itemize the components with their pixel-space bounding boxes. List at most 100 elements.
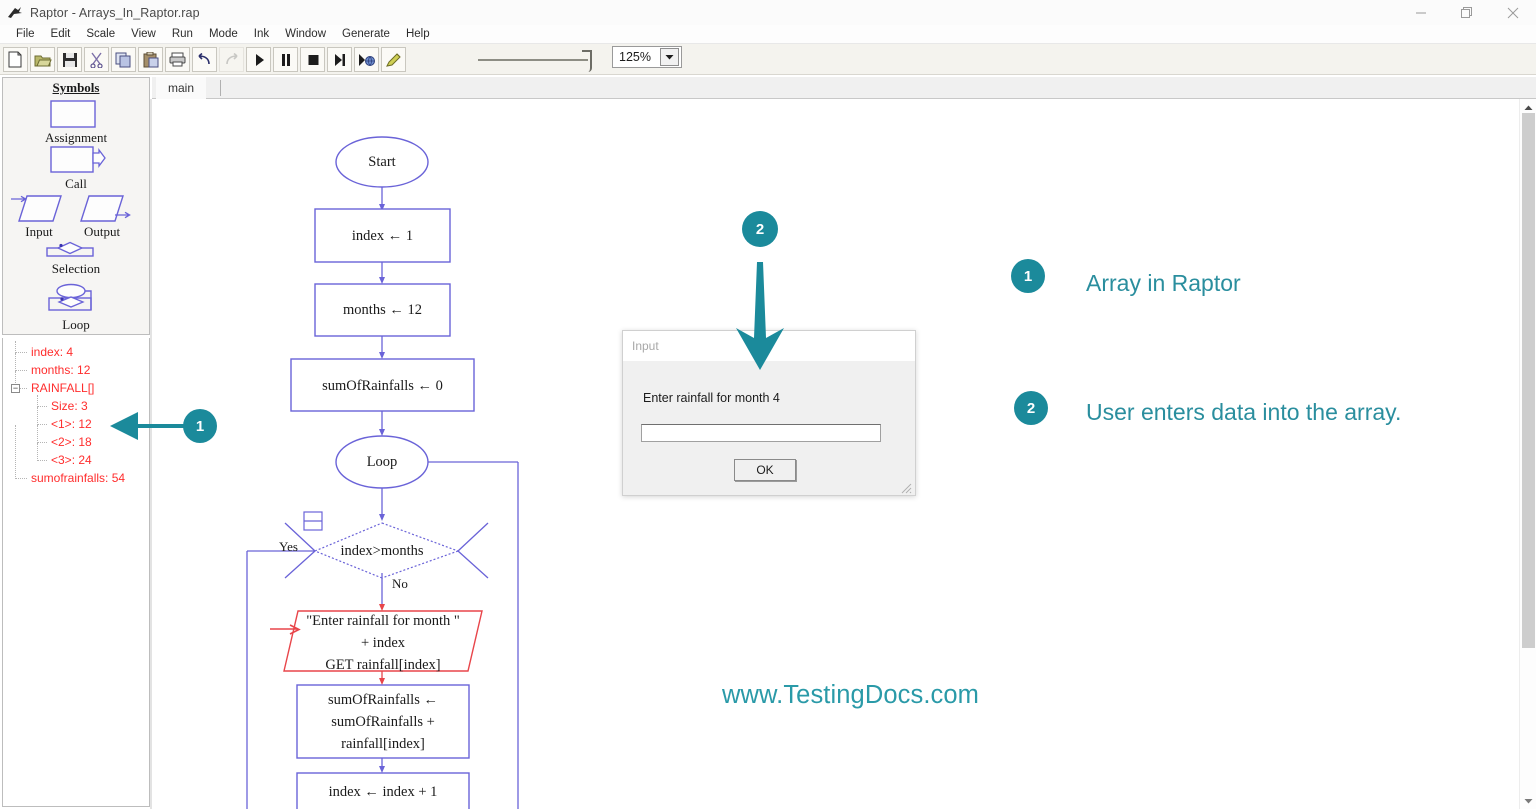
branch-label-yes: Yes (279, 539, 298, 554)
redo-arrow-icon (219, 47, 244, 72)
scroll-down-icon[interactable] (1520, 792, 1536, 809)
dialog-prompt-text: Enter rainfall for month 4 (643, 391, 780, 405)
variable-rainfall-text: RAINFALL[] (31, 381, 95, 395)
zoom-level-dropdown[interactable]: 125% (612, 46, 682, 68)
window-title: Raptor - Arrays_In_Raptor.rap (30, 5, 200, 20)
flowchart-months-label[interactable]: months ← 12 (315, 299, 450, 321)
menu-bar: File Edit Scale View Run Mode Ink Window… (0, 25, 1536, 44)
scissors-icon[interactable] (84, 47, 109, 72)
branch-label-no: No (392, 576, 408, 591)
variable-element-1-text: <1>: 12 (51, 417, 92, 431)
symbol-loop[interactable]: Loop (3, 283, 149, 333)
resize-grip-icon[interactable] (900, 481, 912, 494)
window-controls (1398, 0, 1536, 25)
legend-text-1: Array in Raptor (1086, 270, 1241, 296)
maximize-icon[interactable] (1444, 0, 1490, 25)
minimize-icon[interactable] (1398, 0, 1444, 25)
variable-sumofrainfalls-text: sumofrainfalls: 54 (31, 471, 126, 485)
symbols-panel-title: Symbols (52, 80, 100, 95)
symbol-loop-label: Loop (62, 317, 90, 332)
menu-help[interactable]: Help (398, 25, 438, 43)
menu-mode[interactable]: Mode (201, 25, 246, 43)
symbol-call[interactable]: Call (3, 146, 149, 192)
variable-row-sumofrainfalls[interactable]: sumofrainfalls: 54 (3, 425, 149, 488)
floppy-disk-icon[interactable] (57, 47, 82, 72)
step-into-globe-icon[interactable] (354, 47, 379, 72)
menu-view[interactable]: View (123, 25, 164, 43)
raptor-window: Raptor - Arrays_In_Raptor.rap File Edit (0, 0, 1536, 809)
variable-months-text: months: 12 (31, 363, 91, 377)
watermark-text: www.TestingDocs.com (722, 681, 979, 709)
dialog-ok-label: OK (756, 463, 774, 477)
new-document-icon[interactable] (3, 47, 28, 72)
variable-size-text: Size: 3 (51, 399, 88, 413)
play-triangle-icon[interactable] (246, 47, 271, 72)
flowchart-accumulate-label[interactable]: sumOfRainfalls ← sumOfRainfalls + rainfa… (297, 688, 469, 756)
legend-text-2: User enters data into the array. (1086, 399, 1402, 425)
tab-strip: main (152, 77, 1536, 99)
pause-bars-icon[interactable] (273, 47, 298, 72)
annotation-marker-2: 2 (742, 211, 778, 247)
flowchart-start-label[interactable]: Start (336, 151, 428, 173)
annotation-marker-1-label: 1 (195, 417, 205, 435)
undo-arrow-icon[interactable] (192, 47, 217, 72)
symbol-input-output-row: Input Output (3, 194, 149, 240)
tab-divider (220, 80, 221, 96)
chevron-down-icon[interactable] (660, 48, 679, 66)
flowchart-input-label[interactable]: "Enter rainfall for month " + index GET … (284, 613, 482, 673)
menu-edit[interactable]: Edit (43, 25, 79, 43)
flowchart-loop-label[interactable]: Loop (336, 451, 428, 473)
toolbar (0, 44, 1536, 75)
symbol-selection-label: Selection (51, 261, 101, 276)
menu-run[interactable]: Run (164, 25, 201, 43)
variable-index-text: index: 4 (31, 345, 74, 359)
menu-ink[interactable]: Ink (246, 25, 277, 43)
symbol-input-shape (11, 195, 62, 222)
flowchart-increment-label[interactable]: index ← index + 1 (297, 781, 469, 803)
flowchart-decision-label[interactable]: index>months (316, 540, 448, 562)
copy-icon[interactable] (111, 47, 136, 72)
stop-square-icon[interactable] (300, 47, 325, 72)
close-icon[interactable] (1490, 0, 1536, 25)
legend-marker-2: 2 (1014, 391, 1048, 425)
symbols-panel: Symbols Assignment Call Input Output Sel… (2, 77, 150, 335)
menu-file[interactable]: File (8, 25, 43, 43)
annotation-marker-2-label: 2 (755, 220, 765, 238)
flowchart-index-label[interactable]: index ← 1 (315, 225, 450, 247)
dialog-ok-button[interactable]: OK (734, 459, 796, 481)
pen-icon[interactable] (381, 47, 406, 72)
canvas-vertical-scrollbar[interactable] (1519, 99, 1536, 809)
symbol-assignment[interactable]: Assignment (3, 100, 149, 146)
slider-track (478, 59, 588, 61)
variable-row-rainfall[interactable]: − RAINFALL[] (3, 371, 149, 398)
annotation-arrow-1 (108, 404, 188, 453)
open-folder-icon[interactable] (30, 47, 55, 72)
flowchart-sum-label[interactable]: sumOfRainfalls ← 0 (291, 375, 474, 397)
dialog-title-label: Input (632, 339, 659, 353)
symbol-call-label: Call (65, 176, 87, 191)
symbol-selection[interactable]: Selection (3, 241, 149, 277)
title-bar: Raptor - Arrays_In_Raptor.rap (0, 0, 1536, 25)
symbol-output-shape (80, 195, 131, 222)
legend-marker-1: 1 (1011, 259, 1045, 293)
speed-slider[interactable] (478, 50, 598, 72)
printer-icon[interactable] (165, 47, 190, 72)
scrollbar-thumb[interactable] (1522, 113, 1535, 648)
legend-marker-1-label: 1 (1023, 267, 1033, 285)
variable-element-2-text: <2>: 18 (51, 435, 92, 449)
tab-main[interactable]: main (156, 77, 207, 99)
clipboard-paste-icon[interactable] (138, 47, 163, 72)
raptor-bird-icon (6, 4, 24, 22)
step-forward-icon[interactable] (327, 47, 352, 72)
annotation-marker-1: 1 (183, 409, 217, 443)
menu-window[interactable]: Window (277, 25, 334, 43)
tree-collapse-icon[interactable]: − (11, 384, 20, 393)
symbol-output-label: Output (83, 224, 121, 239)
slider-thumb[interactable] (582, 50, 592, 72)
menu-generate[interactable]: Generate (334, 25, 398, 43)
menu-scale[interactable]: Scale (78, 25, 123, 43)
legend-marker-2-label: 2 (1026, 399, 1036, 417)
rainfall-input-field[interactable] (641, 424, 881, 442)
symbol-input-label: Input (25, 224, 53, 239)
annotation-arrow-2 (728, 262, 792, 377)
